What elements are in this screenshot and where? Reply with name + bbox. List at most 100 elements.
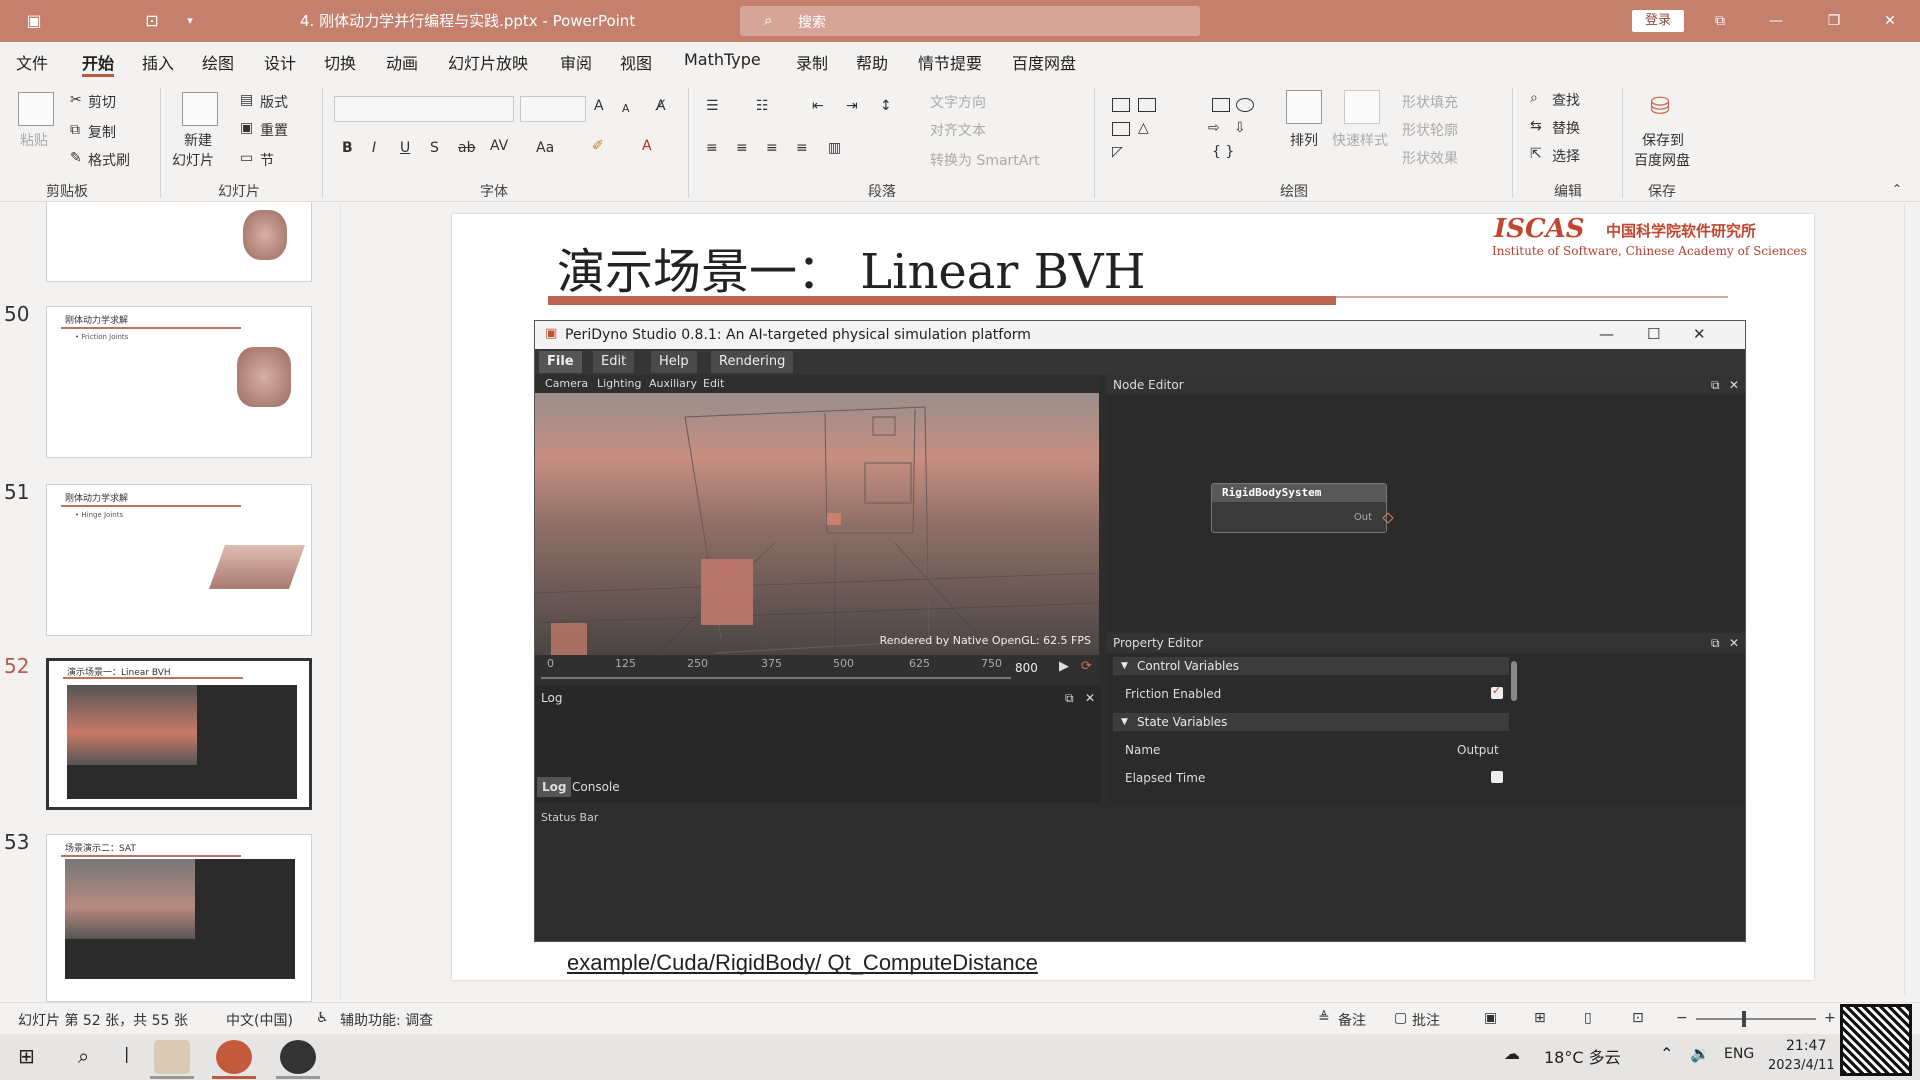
menu-edit[interactable]: Edit — [703, 377, 724, 390]
shadow-icon[interactable]: S — [430, 140, 439, 156]
3d-viewport[interactable]: Rendered by Native OpenGL: 62.5 FPS — [535, 393, 1099, 655]
timeline-slider[interactable]: 0 125 250 375 500 625 750 800 ▶ ⟳ — [535, 655, 1099, 685]
font-color-icon[interactable]: A — [642, 138, 652, 154]
elapsed-time-checkbox[interactable] — [1491, 771, 1503, 783]
close-button[interactable]: ✕ — [1870, 10, 1910, 32]
quick-styles-button[interactable]: 快速样式 — [1332, 130, 1388, 150]
slide-thumbnail-current[interactable]: 演示场景一：Linear BVH — [46, 658, 312, 810]
slide-canvas[interactable]: 演示场景一： Linear BVH ISCAS 中国科学院软件研究所 Insti… — [452, 214, 1814, 980]
baidu-cloud-icon[interactable]: ⛁ — [1650, 92, 1670, 120]
align-right-icon[interactable]: ≡ — [766, 140, 778, 156]
close-icon[interactable]: ✕ — [1729, 378, 1739, 392]
menu-lighting[interactable]: Lighting — [597, 377, 641, 390]
zoom-thumb[interactable] — [1742, 1011, 1746, 1027]
app-screenshot-window[interactable]: ▣ PeriDyno Studio 0.8.1: An AI-targeted … — [534, 320, 1746, 942]
replace-button[interactable]: 替换 — [1552, 118, 1580, 138]
app-icon[interactable] — [280, 1040, 316, 1074]
text-direction-button[interactable]: 文字方向 — [930, 92, 986, 112]
new-slide-icon[interactable] — [182, 92, 218, 126]
section-state-variables[interactable]: ▼ State Variables — [1113, 713, 1509, 731]
rounded-rect-shape-icon[interactable] — [1112, 122, 1130, 136]
slide-thumbnail[interactable]: 场景演示二：SAT — [46, 834, 312, 1002]
powerpoint-icon[interactable] — [216, 1040, 252, 1074]
quick-styles-icon[interactable] — [1344, 90, 1380, 124]
tab-file[interactable]: 文件 — [16, 50, 48, 74]
tab-baidu[interactable]: 百度网盘 — [1012, 50, 1076, 74]
shape-fill-button[interactable]: 形状填充 — [1402, 92, 1458, 112]
tab-draw[interactable]: 绘图 — [202, 50, 234, 74]
slide-scrollbar[interactable] — [1904, 204, 1918, 994]
arrange-button[interactable]: 排列 — [1290, 130, 1318, 150]
arrange-icon[interactable] — [1286, 90, 1322, 124]
total-frames-field[interactable]: 800 — [1015, 661, 1038, 675]
tab-app-rendering[interactable]: Rendering — [711, 351, 794, 373]
accessibility-status[interactable]: 辅助功能: 调查 — [340, 1010, 433, 1030]
change-case-icon[interactable]: Aa — [536, 140, 554, 156]
columns-icon[interactable]: ▥ — [828, 140, 841, 156]
line-spacing-icon[interactable]: ↕ — [880, 98, 892, 114]
search-icon[interactable]: ⌕ — [78, 1044, 89, 1068]
tab-animations[interactable]: 动画 — [386, 50, 418, 74]
node-editor-dock[interactable]: Node Editor ⧉ ✕ RigidBodySystem Out — [1107, 375, 1745, 631]
save-icon[interactable]: ▣ — [24, 12, 44, 30]
down-arrow-shape-icon[interactable]: ⇩ — [1234, 120, 1246, 136]
slide-thumbnail[interactable]: 刚体动力学求解 • Friction Joints — [46, 306, 312, 458]
collapse-ribbon-icon[interactable]: ⌃ — [1892, 182, 1902, 196]
cut-button[interactable]: 剪切 — [88, 92, 116, 112]
menu-camera[interactable]: Camera — [545, 377, 588, 390]
normal-view-icon[interactable]: ▣ — [1484, 1010, 1497, 1026]
maximize-button[interactable]: ❐ — [1814, 10, 1854, 32]
tab-console[interactable]: Console — [567, 777, 625, 797]
increase-indent-icon[interactable]: ⇥ — [846, 98, 858, 114]
ime-indicator[interactable]: ENG — [1724, 1046, 1754, 1062]
strikethrough-icon[interactable]: ab — [458, 140, 475, 156]
brace-shape-icon[interactable]: { } — [1212, 144, 1234, 160]
triangle-shape-icon[interactable]: △ — [1138, 120, 1149, 136]
format-painter-button[interactable]: 格式刷 — [88, 150, 130, 170]
rect-shape-icon[interactable] — [1138, 98, 1156, 112]
comments-button[interactable]: 批注 — [1412, 1010, 1440, 1030]
tab-record[interactable]: 录制 — [796, 50, 828, 74]
shape-effects-button[interactable]: 形状效果 — [1402, 148, 1458, 168]
align-text-button[interactable]: 对齐文本 — [930, 120, 986, 140]
close-icon[interactable]: ✕ — [1729, 636, 1739, 650]
shape-outline-button[interactable]: 形状轮廓 — [1402, 120, 1458, 140]
reading-view-icon[interactable]: ▯ — [1584, 1010, 1592, 1026]
app-close-icon[interactable]: ✕ — [1693, 325, 1706, 343]
font-size-select[interactable] — [520, 96, 586, 122]
volume-icon[interactable]: 🔉 — [1690, 1044, 1710, 1063]
tab-design[interactable]: 设计 — [264, 50, 296, 74]
timeline-track[interactable] — [541, 677, 1011, 679]
menu-auxiliary[interactable]: Auxiliary — [649, 377, 697, 390]
minimize-button[interactable]: — — [1756, 10, 1796, 32]
new-slide-button[interactable]: 新建 — [184, 130, 212, 150]
slide-thumbnail[interactable]: 刚体动力学求解 • Hinge Joints — [46, 484, 312, 636]
smartart-button[interactable]: 转换为 SmartArt — [930, 150, 1040, 170]
paste-icon[interactable] — [18, 92, 54, 126]
output-port[interactable] — [1382, 512, 1394, 524]
tab-insert[interactable]: 插入 — [142, 50, 174, 74]
zoom-in-icon[interactable]: + — [1824, 1010, 1836, 1026]
name-value[interactable]: Output — [1457, 743, 1499, 757]
textbox-shape-icon[interactable] — [1112, 98, 1130, 112]
layout-button[interactable]: 版式 — [260, 92, 288, 112]
char-spacing-icon[interactable]: AV — [490, 138, 508, 154]
tab-app-file[interactable]: File — [539, 351, 582, 373]
grow-font-icon[interactable]: A — [594, 98, 604, 114]
friction-checkbox[interactable]: ✓ — [1491, 684, 1503, 699]
windows-start-icon[interactable]: ⊞ — [18, 1044, 35, 1068]
weather-icon[interactable]: ☁ — [1504, 1044, 1520, 1063]
underline-icon[interactable]: U — [400, 140, 410, 156]
slide-title[interactable]: 演示场景一： Linear BVH — [557, 232, 1145, 302]
clear-format-icon[interactable]: A̸ — [656, 98, 666, 114]
section-button[interactable]: 节 — [260, 150, 274, 170]
zoom-slider[interactable] — [1696, 1018, 1816, 1020]
reset-icon[interactable]: ⟳ — [1081, 659, 1092, 674]
reset-button[interactable]: 重置 — [260, 120, 288, 140]
panel-scrollbar[interactable] — [340, 204, 356, 1000]
play-icon[interactable]: ▶ — [1059, 659, 1069, 674]
align-left-icon[interactable]: ≡ — [706, 140, 718, 156]
clock-time[interactable]: 21:47 — [1786, 1038, 1826, 1054]
notes-button[interactable]: 备注 — [1338, 1010, 1366, 1030]
float-icon[interactable]: ⧉ — [1711, 378, 1720, 393]
